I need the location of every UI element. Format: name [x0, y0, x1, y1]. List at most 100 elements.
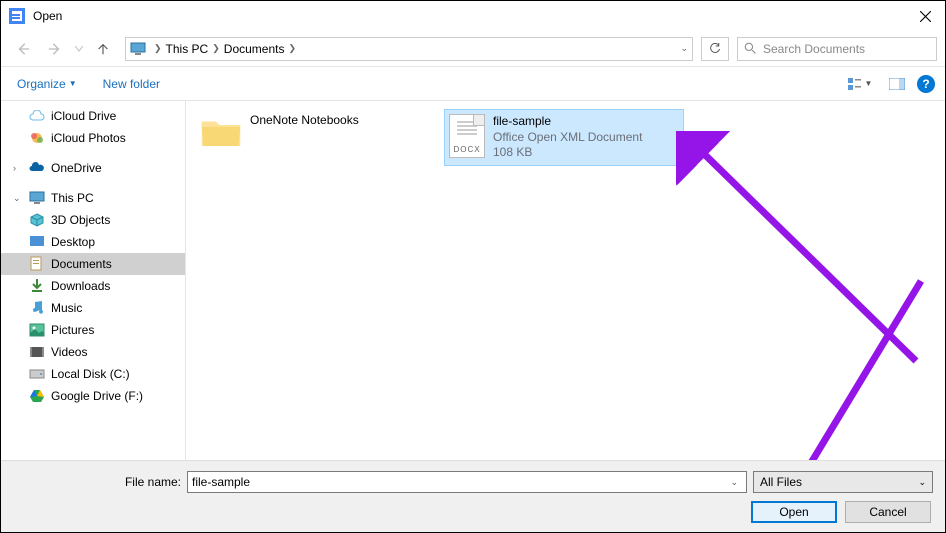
chevron-down-icon[interactable]: ⌄	[726, 477, 742, 488]
onedrive-icon	[29, 162, 45, 174]
sidebar-item-videos[interactable]: Videos	[1, 341, 185, 363]
thispc-icon	[29, 191, 45, 205]
filename-label: File name:	[13, 475, 181, 489]
filename-input[interactable]	[192, 475, 726, 489]
nav-back-button[interactable]	[9, 35, 37, 63]
sidebar-item-desktop[interactable]: Desktop	[1, 231, 185, 253]
close-button[interactable]	[905, 1, 945, 31]
sidebar-item-label: iCloud Drive	[51, 109, 116, 123]
sidebar-item-label: Videos	[51, 345, 87, 359]
arrow-right-icon	[48, 42, 62, 56]
file-type: Office Open XML Document	[493, 130, 642, 146]
videos-icon	[29, 345, 45, 359]
sidebar-item-label: Downloads	[51, 279, 110, 293]
sidebar-item-label: Local Disk (C:)	[51, 367, 130, 381]
nav-forward-button[interactable]	[41, 35, 69, 63]
app-icon	[9, 8, 25, 24]
window-title: Open	[33, 9, 905, 23]
sidebar-item-icloudphotos[interactable]: iCloud Photos	[1, 127, 185, 149]
titlebar: Open	[1, 1, 945, 31]
view-icon	[848, 78, 862, 90]
chevron-down-icon: ▼	[69, 79, 77, 88]
cancel-button[interactable]: Cancel	[845, 501, 931, 523]
annotation-arrow	[676, 131, 936, 381]
file-list[interactable]: OneNote Notebooks DOCX file-sample Offic…	[186, 101, 945, 481]
sidebar-item-googledrive[interactable]: Google Drive (F:)	[1, 385, 185, 407]
view-options-button[interactable]: ▼	[843, 73, 877, 95]
thispc-icon	[130, 41, 146, 57]
footer: File name: ⌄ All Files ⌄ Open Cancel	[1, 460, 945, 532]
address-bar[interactable]: ❯ This PC ❯ Documents ❯ ⌄	[125, 37, 693, 61]
sidebar-item-label: Google Drive (F:)	[51, 389, 143, 403]
organize-label: Organize	[17, 77, 66, 91]
sidebar-item-label: Pictures	[51, 323, 94, 337]
sidebar-item-label: OneDrive	[51, 161, 102, 175]
sidebar-item-thispc[interactable]: ⌄This PC	[1, 187, 185, 209]
pictures-icon	[29, 323, 45, 337]
open-label: Open	[779, 505, 808, 519]
recent-locations-button[interactable]	[73, 46, 85, 52]
newfolder-button[interactable]: New folder	[103, 77, 160, 91]
file-ext-label: DOCX	[453, 145, 480, 154]
chevron-down-icon[interactable]: ⌄	[680, 43, 688, 54]
sidebar-item-documents[interactable]: Documents	[1, 253, 185, 275]
search-placeholder: Search Documents	[763, 42, 865, 56]
gdrive-icon	[29, 389, 45, 403]
search-icon	[744, 42, 757, 55]
chevron-right-icon: ❯	[154, 43, 162, 54]
arrow-up-icon	[96, 42, 110, 56]
file-name: file-sample	[493, 114, 642, 130]
chevron-down-icon: ⌄	[918, 477, 926, 488]
downloads-icon	[30, 278, 44, 294]
file-tile-folder[interactable]: OneNote Notebooks	[196, 109, 436, 166]
sidebar-item-label: Desktop	[51, 235, 95, 249]
sidebar-item-downloads[interactable]: Downloads	[1, 275, 185, 297]
chevron-right-icon: ❯	[212, 43, 220, 54]
filter-label: All Files	[760, 475, 802, 489]
file-name: OneNote Notebooks	[250, 113, 359, 129]
file-tile-document[interactable]: DOCX file-sample Office Open XML Documen…	[444, 109, 684, 166]
docx-icon: DOCX	[449, 114, 485, 158]
sidebar-item-label: Documents	[51, 257, 112, 271]
chevron-right-icon: ❯	[288, 43, 296, 54]
sidebar: iCloud Drive iCloud Photos ›OneDrive ⌄Th…	[1, 101, 186, 481]
filetype-filter[interactable]: All Files ⌄	[753, 471, 933, 493]
refresh-button[interactable]	[701, 37, 729, 61]
nav-bar: ❯ This PC ❯ Documents ❯ ⌄ Search Documen…	[1, 31, 945, 67]
preview-pane-button[interactable]	[885, 73, 909, 95]
refresh-icon	[709, 43, 721, 55]
sidebar-item-music[interactable]: Music	[1, 297, 185, 319]
music-icon	[30, 300, 44, 316]
toolbar: Organize ▼ New folder ▼ ?	[1, 67, 945, 101]
help-button[interactable]: ?	[917, 75, 935, 93]
desktop-icon	[29, 235, 45, 249]
filename-input-wrapper: ⌄	[187, 471, 747, 493]
sidebar-item-localdisk[interactable]: Local Disk (C:)	[1, 363, 185, 385]
open-button[interactable]: Open	[751, 501, 837, 523]
organize-button[interactable]: Organize ▼	[11, 73, 83, 95]
nav-up-button[interactable]	[89, 35, 117, 63]
crumb-documents[interactable]: Documents	[224, 42, 285, 56]
sidebar-item-iclouddrive[interactable]: iCloud Drive	[1, 105, 185, 127]
search-box[interactable]: Search Documents	[737, 37, 937, 61]
sidebar-item-label: This PC	[51, 191, 94, 205]
cloud-icon	[29, 110, 45, 122]
preview-icon	[889, 78, 905, 90]
chevron-down-icon	[75, 46, 83, 52]
sidebar-item-label: iCloud Photos	[51, 131, 126, 145]
sidebar-item-label: Music	[51, 301, 82, 315]
3d-icon	[29, 213, 45, 227]
sidebar-item-pictures[interactable]: Pictures	[1, 319, 185, 341]
sidebar-item-onedrive[interactable]: ›OneDrive	[1, 157, 185, 179]
sidebar-item-3dobjects[interactable]: 3D Objects	[1, 209, 185, 231]
photos-icon	[29, 131, 45, 145]
arrow-left-icon	[16, 42, 30, 56]
disk-icon	[29, 368, 45, 380]
crumb-thispc[interactable]: This PC	[166, 42, 209, 56]
chevron-down-icon: ▼	[865, 79, 873, 88]
documents-icon	[30, 256, 44, 272]
sidebar-item-label: 3D Objects	[51, 213, 110, 227]
folder-icon	[200, 113, 242, 151]
file-size: 108 KB	[493, 145, 642, 161]
close-icon	[920, 11, 931, 22]
